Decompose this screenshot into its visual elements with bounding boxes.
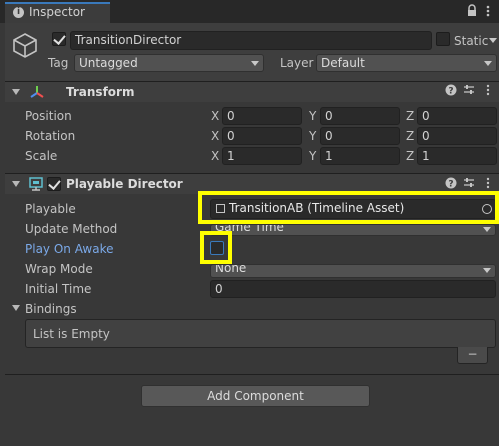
- axis-y-label[interactable]: Y: [309, 108, 316, 124]
- axis-y-label[interactable]: Y: [309, 148, 316, 164]
- update-method-label: Update Method: [25, 222, 118, 236]
- wrap-mode-value: None: [215, 264, 247, 275]
- lock-icon[interactable]: [466, 4, 478, 18]
- chevron-down-icon: [484, 61, 492, 66]
- static-checkbox[interactable]: [436, 32, 450, 46]
- initial-time-label: Initial Time: [25, 282, 92, 296]
- help-icon[interactable]: ?: [444, 84, 458, 98]
- remove-element-button[interactable]: −: [457, 347, 488, 364]
- static-label: Static: [454, 34, 489, 48]
- bindings-list: List is Empty: [25, 319, 496, 348]
- rotation-x-field[interactable]: 0: [222, 127, 302, 145]
- chevron-down-icon: [251, 61, 259, 66]
- chevron-down-icon: [483, 227, 491, 232]
- static-dropdown-arrow-icon[interactable]: [489, 38, 497, 43]
- axis-z-label[interactable]: Z: [406, 128, 414, 144]
- initial-time-field[interactable]: 0: [210, 280, 496, 298]
- help-icon[interactable]: ?: [444, 177, 458, 191]
- more-options-icon[interactable]: [486, 4, 490, 18]
- rotation-label: Rotation: [25, 129, 76, 143]
- transform-icon: [30, 85, 44, 99]
- axis-z-label[interactable]: Z: [406, 148, 414, 164]
- playable-director-icon: [29, 177, 43, 191]
- update-method-dropdown[interactable]: Game Time: [210, 224, 496, 236]
- position-x-field[interactable]: 0: [222, 107, 302, 125]
- gameobject-cube-icon: [12, 32, 38, 58]
- playable-director-title: Playable Director: [66, 177, 183, 191]
- layer-dropdown[interactable]: Default: [316, 54, 497, 72]
- axis-x-label[interactable]: X: [211, 128, 219, 144]
- playable-label: Playable: [25, 202, 76, 216]
- playable-highlight: [198, 191, 499, 224]
- position-z-field[interactable]: 0: [417, 107, 497, 125]
- tag-dropdown[interactable]: Untagged: [74, 54, 264, 72]
- svg-text:?: ?: [448, 180, 453, 190]
- gameobject-active-checkbox[interactable]: [52, 32, 66, 46]
- preset-sliders-icon[interactable]: [462, 177, 476, 191]
- axis-x-label[interactable]: X: [211, 108, 219, 124]
- wrap-mode-label: Wrap Mode: [25, 262, 93, 276]
- more-options-icon[interactable]: [481, 84, 495, 98]
- separator: [5, 374, 499, 375]
- gameobject-name-field[interactable]: TransitionDirector: [70, 31, 432, 50]
- svg-text:?: ?: [448, 87, 453, 97]
- axis-x-label[interactable]: X: [211, 148, 219, 164]
- transform-title: Transform: [66, 85, 135, 99]
- axis-z-label[interactable]: Z: [406, 108, 414, 124]
- tab-inspector[interactable]: i Inspector: [5, 2, 110, 23]
- preset-sliders-icon[interactable]: [462, 84, 476, 98]
- axis-y-label[interactable]: Y: [309, 128, 316, 144]
- tab-title: Inspector: [29, 5, 85, 19]
- rotation-z-field[interactable]: 0: [417, 127, 497, 145]
- foldout-arrow-icon[interactable]: [12, 305, 20, 311]
- tag-value: Untagged: [79, 56, 138, 70]
- scale-x-field[interactable]: 1: [222, 147, 302, 165]
- info-icon: i: [13, 7, 24, 18]
- foldout-arrow-icon[interactable]: [12, 181, 20, 187]
- tag-label: Tag: [48, 56, 69, 70]
- rotation-y-field[interactable]: 0: [320, 127, 400, 145]
- layer-value: Default: [321, 56, 365, 70]
- play-on-awake-label: Play On Awake: [25, 242, 114, 256]
- wrap-mode-dropdown[interactable]: None: [210, 264, 496, 278]
- foldout-arrow-icon[interactable]: [12, 89, 20, 95]
- play-on-awake-highlight: [200, 231, 232, 264]
- playable-director-enabled-checkbox[interactable]: [47, 177, 61, 191]
- minus-icon: −: [467, 347, 478, 361]
- bindings-label: Bindings: [25, 302, 77, 316]
- scale-label: Scale: [25, 149, 58, 163]
- chevron-down-icon: [483, 268, 491, 273]
- position-label: Position: [25, 109, 72, 123]
- scale-z-field[interactable]: 1: [417, 147, 497, 165]
- layer-label: Layer: [280, 56, 314, 70]
- add-component-button[interactable]: Add Component: [141, 385, 370, 407]
- more-options-icon[interactable]: [481, 177, 495, 191]
- scale-y-field[interactable]: 1: [320, 147, 400, 165]
- position-y-field[interactable]: 0: [320, 107, 400, 125]
- list-empty-label: List is Empty: [33, 327, 110, 341]
